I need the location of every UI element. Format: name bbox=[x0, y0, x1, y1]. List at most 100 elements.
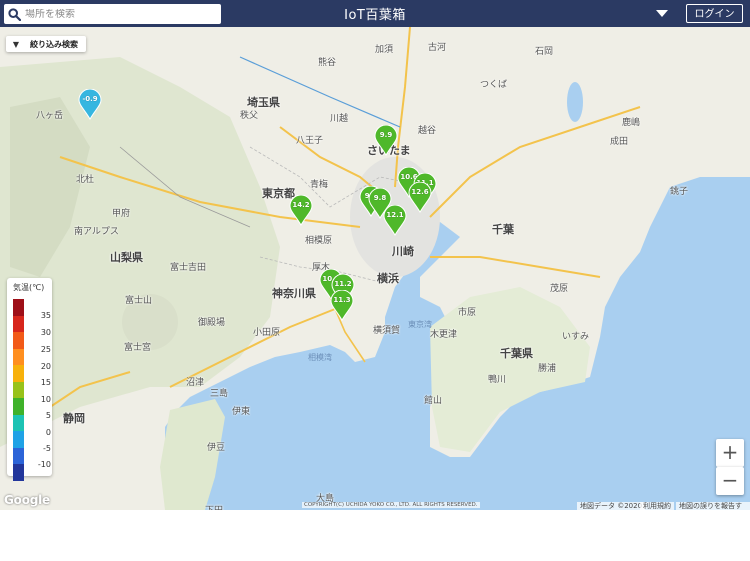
app-title: IoT百葉箱 bbox=[344, 8, 406, 23]
temperature-pin[interactable]: 12.1 bbox=[383, 204, 407, 236]
legend-tick: 20 bbox=[40, 362, 51, 371]
place-label: 館山 bbox=[424, 396, 443, 406]
map-base bbox=[0, 27, 750, 510]
login-button[interactable]: ログイン bbox=[686, 4, 743, 23]
place-label: 銚子 bbox=[670, 187, 689, 197]
place-label: 南アルプス bbox=[74, 227, 119, 237]
pin-value: 14.2 bbox=[292, 201, 310, 209]
google-logo[interactable]: Google bbox=[4, 493, 50, 507]
map-pin-icon bbox=[383, 204, 407, 236]
place-label: 川越 bbox=[330, 114, 349, 124]
place-label: 木更津 bbox=[430, 330, 458, 340]
copyright-text: COPYRIGHT(C) UCHIDA YOKO CO., LTD. ALL R… bbox=[302, 502, 480, 508]
temperature-pin[interactable]: 12.6 bbox=[408, 181, 432, 213]
place-label: 沼津 bbox=[186, 378, 205, 388]
legend-swatch bbox=[13, 414, 24, 432]
place-label: 千葉県 bbox=[500, 347, 533, 360]
map-pin-icon bbox=[78, 88, 102, 120]
legend-swatch bbox=[13, 365, 24, 382]
place-label: 八ヶ岳 bbox=[36, 111, 64, 121]
place-label: 富士吉田 bbox=[170, 263, 207, 273]
filter-icon: ▼ bbox=[12, 39, 20, 49]
place-label: 富士宮 bbox=[124, 343, 152, 353]
pin-value: -0.9 bbox=[82, 95, 98, 103]
legend-tick: 25 bbox=[40, 345, 51, 354]
legend-swatch bbox=[13, 431, 24, 448]
legend-tick: 15 bbox=[40, 378, 51, 387]
place-label: 伊豆 bbox=[207, 443, 226, 453]
place-label: 熊谷 bbox=[318, 58, 337, 68]
legend-swatch bbox=[13, 299, 24, 316]
place-label: 石岡 bbox=[535, 47, 554, 57]
place-label: 川崎 bbox=[392, 245, 414, 258]
temperature-pin[interactable]: 9.9 bbox=[374, 124, 398, 156]
terms-link[interactable]: 利用規約 bbox=[640, 502, 674, 510]
place-label: 茂原 bbox=[550, 284, 569, 294]
place-label: 古河 bbox=[428, 43, 447, 53]
place-label: 神奈川県 bbox=[272, 287, 316, 300]
place-label: 鹿嶋 bbox=[622, 118, 641, 128]
temperature-pin[interactable]: 11.3 bbox=[330, 289, 354, 321]
temperature-legend: 気温(℃) 35 30 25 20 15 10 5 0 -5 -10 bbox=[7, 278, 52, 481]
zoom-out-button[interactable]: − bbox=[716, 467, 744, 495]
legend-tick: -10 bbox=[37, 460, 51, 469]
pin-value: 12.1 bbox=[386, 211, 404, 219]
place-label: 市原 bbox=[458, 308, 477, 318]
place-label: つくば bbox=[480, 80, 508, 90]
place-label: 八王子 bbox=[296, 136, 324, 146]
search-input[interactable] bbox=[25, 8, 205, 20]
legend-tick: 35 bbox=[40, 311, 51, 320]
place-label: 秩父 bbox=[240, 111, 259, 121]
pin-value: 9.8 bbox=[373, 194, 387, 202]
place-label: 小田原 bbox=[253, 328, 281, 338]
map-pin-icon bbox=[330, 289, 354, 321]
place-label: 千葉 bbox=[492, 223, 514, 236]
report-error-link[interactable]: 地図の誤りを報告する bbox=[676, 502, 750, 510]
place-label: 御殿場 bbox=[198, 318, 226, 328]
menu-dropdown-icon[interactable] bbox=[656, 10, 668, 17]
pin-value: 11.2 bbox=[334, 280, 352, 288]
place-label: 富士山 bbox=[125, 296, 153, 306]
legend-tick: 30 bbox=[40, 328, 51, 337]
search-box[interactable] bbox=[4, 4, 221, 24]
temperature-pin[interactable]: -0.9 bbox=[78, 88, 102, 120]
place-label: 山梨県 bbox=[110, 251, 143, 264]
pin-value: 9.9 bbox=[379, 131, 393, 139]
search-icon bbox=[8, 7, 21, 21]
place-label: 成田 bbox=[610, 137, 629, 147]
place-label: 北杜 bbox=[76, 175, 95, 185]
zoom-in-button[interactable]: + bbox=[716, 439, 744, 467]
place-label: 越谷 bbox=[418, 126, 437, 136]
place-label: 相模原 bbox=[305, 236, 333, 246]
place-label: 静岡 bbox=[63, 412, 85, 425]
map-view[interactable]: 埼玉県 東京都 山梨県 神奈川県 千葉県 千葉 川崎 横浜 横須賀 さいたま 静… bbox=[0, 27, 750, 510]
pin-value: 12.6 bbox=[411, 188, 429, 196]
place-label: 加須 bbox=[375, 45, 394, 55]
place-label: 横須賀 bbox=[373, 326, 401, 336]
filter-label: 絞り込み検索 bbox=[30, 39, 78, 49]
place-label: 甲府 bbox=[112, 209, 131, 219]
map-pin-icon bbox=[289, 194, 313, 226]
place-label: 伊東 bbox=[232, 407, 251, 417]
temperature-pin[interactable]: 14.2 bbox=[289, 194, 313, 226]
map-pin-icon bbox=[374, 124, 398, 156]
map-data-attribution: 地図データ ©2020 bbox=[577, 502, 646, 510]
legend-swatch bbox=[13, 315, 24, 333]
legend-swatch bbox=[13, 348, 24, 366]
place-label: いすみ bbox=[562, 332, 590, 342]
filter-button[interactable]: ▼ 絞り込み検索 bbox=[6, 36, 86, 52]
app-header: IoT百葉箱 ログイン bbox=[0, 0, 750, 27]
legend-swatch bbox=[13, 381, 24, 399]
pin-value: 11.3 bbox=[333, 296, 351, 304]
map-pin-icon bbox=[408, 181, 432, 213]
legend-swatch bbox=[13, 332, 24, 349]
legend-swatch bbox=[13, 447, 24, 465]
place-label: 三島 bbox=[210, 389, 229, 399]
place-label: 勝浦 bbox=[538, 364, 557, 374]
legend-tick: -5 bbox=[43, 444, 51, 453]
place-label: 東京湾 bbox=[408, 320, 432, 329]
place-label: 青梅 bbox=[310, 180, 329, 190]
legend-tick: 0 bbox=[45, 428, 51, 437]
legend-swatch bbox=[13, 464, 24, 481]
place-label: 相模湾 bbox=[308, 353, 332, 362]
